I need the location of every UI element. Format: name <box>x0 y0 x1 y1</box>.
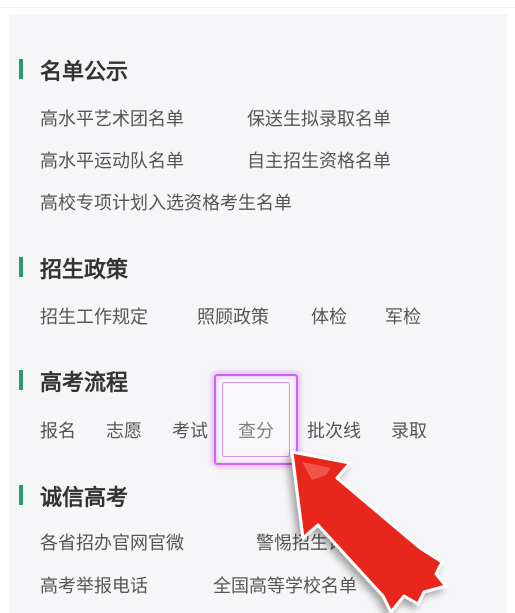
top-bar <box>0 0 515 8</box>
link-score-query[interactable]: 查分 <box>238 420 274 444</box>
link-provincial-offices[interactable]: 各省招办官网官微 <box>40 532 184 556</box>
section-accent-bar <box>19 59 23 79</box>
link-art-troupe-list[interactable]: 高水平艺术团名单 <box>40 108 184 132</box>
link-independent-enrollment-list[interactable]: 自主招生资格名单 <box>247 150 391 174</box>
link-preferential-policy[interactable]: 照顾政策 <box>197 306 269 330</box>
link-admission[interactable]: 录取 <box>391 420 427 444</box>
section-title: 诚信高考 <box>40 486 129 511</box>
section-accent-bar <box>19 370 23 390</box>
link-report-hotline[interactable]: 高考举报电话 <box>40 575 148 599</box>
link-exam[interactable]: 考试 <box>172 420 208 444</box>
link-fraud-warning[interactable]: 警惕招生诈 <box>256 532 346 556</box>
section-accent-bar <box>19 257 23 277</box>
section-title: 名单公示 <box>40 60 129 85</box>
link-cutoff-line[interactable]: 批次线 <box>307 420 361 444</box>
link-admission-regulations[interactable]: 招生工作规定 <box>40 306 148 330</box>
link-sports-team-list[interactable]: 高水平运动队名单 <box>40 150 184 174</box>
section-title: 招生政策 <box>40 258 129 283</box>
sidebar-panel: 名单公示 高水平艺术团名单 保送生拟录取名单 高水平运动队名单 自主招生资格名单… <box>9 14 507 613</box>
link-application[interactable]: 志愿 <box>106 420 142 444</box>
link-physical-exam[interactable]: 体检 <box>311 306 347 330</box>
section-title: 高考流程 <box>40 371 129 396</box>
link-military-exam[interactable]: 军检 <box>385 306 421 330</box>
section-accent-bar <box>19 485 23 505</box>
link-special-plan-list[interactable]: 高校专项计划入选资格考生名单 <box>40 192 292 216</box>
link-university-list[interactable]: 全国高等学校名单 <box>213 575 357 599</box>
link-registration[interactable]: 报名 <box>40 420 76 444</box>
link-recommended-admission-list[interactable]: 保送生拟录取名单 <box>247 108 391 132</box>
